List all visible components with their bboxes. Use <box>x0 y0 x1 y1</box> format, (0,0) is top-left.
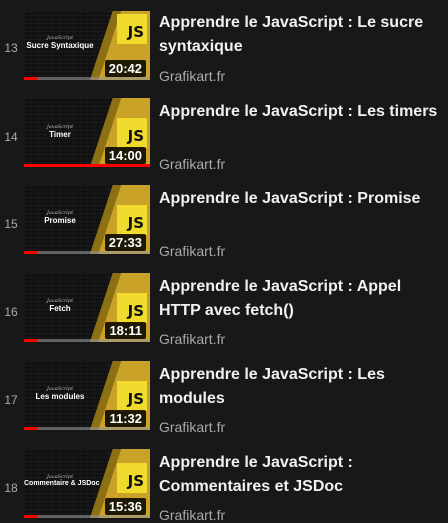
playlist-item[interactable]: 15 JavaScript Promise JS 27:33 Apprendre… <box>0 185 448 269</box>
video-title[interactable]: Apprendre le JavaScript : Le sucre synta… <box>159 11 443 59</box>
duration-badge: 11:32 <box>105 410 146 427</box>
item-index: 18 <box>4 481 18 495</box>
channel-name[interactable]: Grafikart.fr <box>159 243 225 259</box>
video-title[interactable]: Apprendre le JavaScript : Promise <box>159 187 443 211</box>
watch-progress-fill <box>24 515 37 518</box>
item-index: 17 <box>4 393 18 407</box>
thumbnail-title: Sucre Syntaxique <box>26 41 94 50</box>
watch-progress-fill <box>24 339 37 342</box>
playlist: 13 JavaScript Sucre Syntaxique JS 20:42 … <box>0 0 448 523</box>
watch-progress-track <box>24 515 150 518</box>
channel-name[interactable]: Grafikart.fr <box>159 331 225 347</box>
watch-progress-fill <box>24 77 37 80</box>
playlist-item[interactable]: 16 JavaScript Fetch JS 18:11 Apprendre l… <box>0 273 448 357</box>
duration-badge: 20:42 <box>104 60 146 77</box>
thumbnail-title: Promise <box>44 216 76 225</box>
video-title[interactable]: Apprendre le JavaScript : Commentaires e… <box>159 451 443 499</box>
thumbnail-title: Commentaire & JSDoc <box>24 480 100 487</box>
item-index: 13 <box>4 41 18 55</box>
javascript-logo-icon: JS <box>117 463 147 493</box>
channel-name[interactable]: Grafikart.fr <box>159 507 225 523</box>
video-thumbnail[interactable]: JavaScript Les modules JS 11:32 <box>24 361 150 430</box>
watch-progress-track <box>24 164 150 167</box>
watch-progress-track <box>24 77 150 80</box>
item-index: 16 <box>4 305 18 319</box>
item-index: 14 <box>4 130 18 144</box>
video-thumbnail[interactable]: JavaScript Timer JS 14:00 <box>24 98 150 167</box>
video-thumbnail[interactable]: JavaScript Sucre Syntaxique JS 20:42 <box>24 11 150 80</box>
channel-name[interactable]: Grafikart.fr <box>159 68 225 84</box>
channel-name[interactable]: Grafikart.fr <box>159 156 225 172</box>
watch-progress-fill <box>24 164 150 167</box>
javascript-logo-icon: JS <box>117 381 147 411</box>
watch-progress-track <box>24 251 150 254</box>
duration-badge: 14:00 <box>104 147 146 164</box>
watch-progress-fill <box>24 251 37 254</box>
duration-badge: 18:11 <box>105 322 146 339</box>
playlist-item[interactable]: 13 JavaScript Sucre Syntaxique JS 20:42 … <box>0 11 448 95</box>
playlist-item[interactable]: 17 JavaScript Les modules JS 11:32 Appre… <box>0 361 448 445</box>
javascript-logo-icon: JS <box>117 14 147 44</box>
playlist-item[interactable]: 14 JavaScript Timer JS 14:00 Apprendre l… <box>0 98 448 182</box>
video-title[interactable]: Apprendre le JavaScript : Appel HTTP ave… <box>159 275 443 323</box>
video-thumbnail[interactable]: JavaScript Promise JS 27:33 <box>24 185 150 254</box>
duration-badge: 27:33 <box>104 234 146 251</box>
javascript-logo-icon: JS <box>117 118 147 148</box>
video-title[interactable]: Apprendre le JavaScript : Les timers <box>159 100 443 124</box>
javascript-logo-icon: JS <box>117 205 147 235</box>
watch-progress-track <box>24 427 150 430</box>
item-index: 15 <box>4 217 18 231</box>
video-thumbnail[interactable]: JavaScript Fetch JS 18:11 <box>24 273 150 342</box>
playlist-item[interactable]: 18 JavaScript Commentaire & JSDoc JS 15:… <box>0 449 448 523</box>
video-title[interactable]: Apprendre le JavaScript : Les modules <box>159 363 443 411</box>
watch-progress-track <box>24 339 150 342</box>
javascript-logo-icon: JS <box>117 293 147 323</box>
channel-name[interactable]: Grafikart.fr <box>159 419 225 435</box>
video-thumbnail[interactable]: JavaScript Commentaire & JSDoc JS 15:36 <box>24 449 150 518</box>
watch-progress-fill <box>24 427 37 430</box>
duration-badge: 15:36 <box>104 498 146 515</box>
thumbnail-title: Fetch <box>49 304 71 313</box>
thumbnail-title: Timer <box>49 130 71 139</box>
thumbnail-title: Les modules <box>35 392 85 401</box>
